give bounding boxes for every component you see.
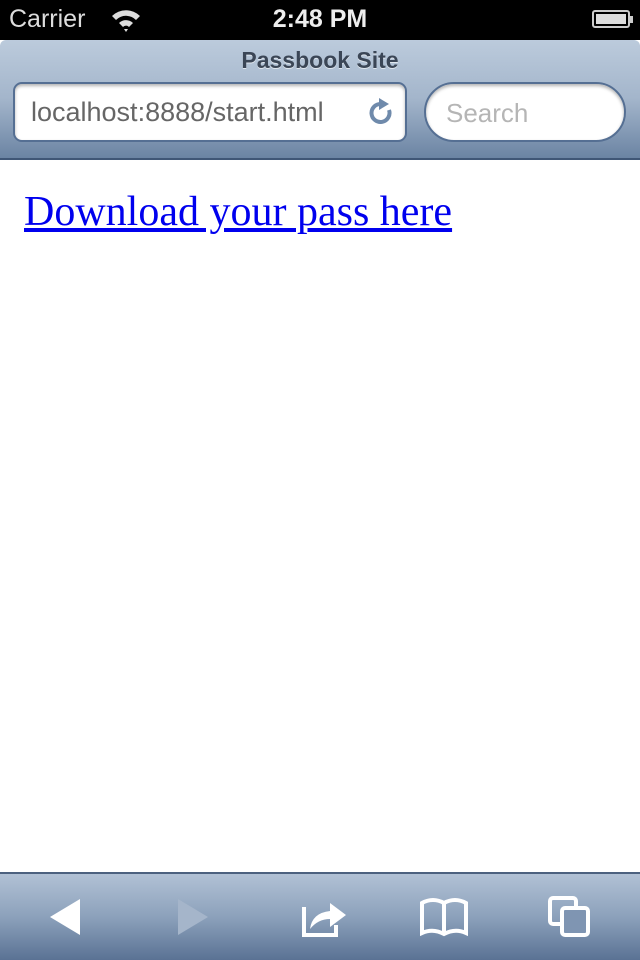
bookmarks-icon bbox=[420, 898, 468, 937]
forward-icon bbox=[178, 899, 208, 935]
search-placeholder: Search bbox=[446, 98, 529, 128]
share-icon bbox=[302, 903, 346, 937]
share-button[interactable] bbox=[295, 892, 355, 942]
tabs-icon bbox=[548, 896, 590, 937]
clock: 2:48 PM bbox=[272, 5, 368, 33]
browser-toolbar bbox=[0, 872, 640, 960]
search-input[interactable]: Search bbox=[424, 82, 626, 142]
reload-icon[interactable] bbox=[367, 98, 395, 128]
download-pass-link[interactable]: Download your pass here bbox=[24, 189, 452, 235]
url-text: localhost:8888/start.html bbox=[31, 97, 324, 127]
browser-navbar: Passbook Site localhost:8888/start.html … bbox=[0, 40, 640, 160]
tabs-button[interactable] bbox=[540, 892, 600, 942]
back-icon bbox=[50, 899, 80, 935]
battery-icon bbox=[592, 10, 633, 28]
status-bar: Carrier 2:48 PM bbox=[0, 0, 640, 40]
page-title: Passbook Site bbox=[241, 47, 399, 73]
bookmarks-button[interactable] bbox=[414, 892, 474, 942]
forward-button[interactable] bbox=[163, 892, 223, 942]
page-content: Download your pass here bbox=[24, 188, 452, 236]
address-bar[interactable]: localhost:8888/start.html bbox=[13, 82, 407, 142]
back-button[interactable] bbox=[35, 892, 95, 942]
